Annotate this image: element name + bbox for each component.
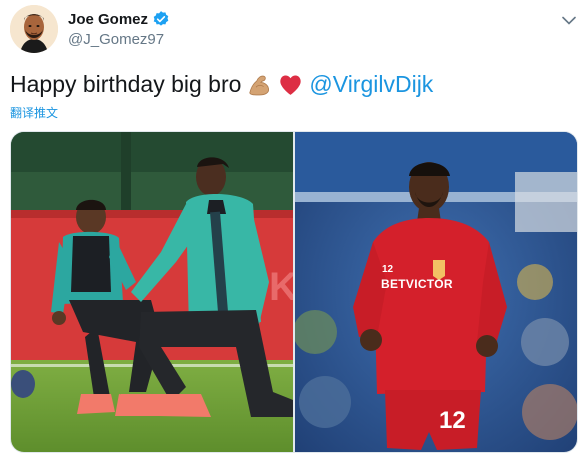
display-name[interactable]: Joe Gomez (68, 11, 148, 28)
media-grid: K (10, 131, 578, 453)
shorts-number: 12 (439, 407, 466, 434)
svg-text:K: K (269, 265, 293, 309)
shirt-number: 12 (382, 264, 394, 275)
shirt-sponsor: BETVICTOR (381, 277, 453, 291)
training-photo[interactable]: K (11, 132, 293, 452)
tweet-card: Joe Gomez @J_Gomez97 Happy birthday big … (0, 0, 585, 459)
cartoon-avatar-icon (10, 5, 58, 53)
author-block: Joe Gomez @J_Gomez97 (68, 9, 170, 49)
author-avatar[interactable] (10, 5, 58, 53)
red-heart-icon (278, 72, 303, 97)
chevron-down-icon[interactable] (559, 10, 579, 30)
tweet-body: Happy birthday big bro (10, 71, 242, 97)
red-kit-photo[interactable]: 12 12 BETVICTOR (295, 132, 577, 452)
mention-link[interactable]: @VirgilvDijk (309, 68, 433, 100)
flexed-biceps-icon (247, 72, 272, 97)
verified-badge-icon (152, 10, 170, 28)
author-handle[interactable]: @J_Gomez97 (68, 31, 170, 49)
tweet-text: Happy birthday big bro @VirgilvDijk (10, 68, 433, 100)
translate-tweet-link[interactable]: 翻译推文 (10, 104, 58, 121)
